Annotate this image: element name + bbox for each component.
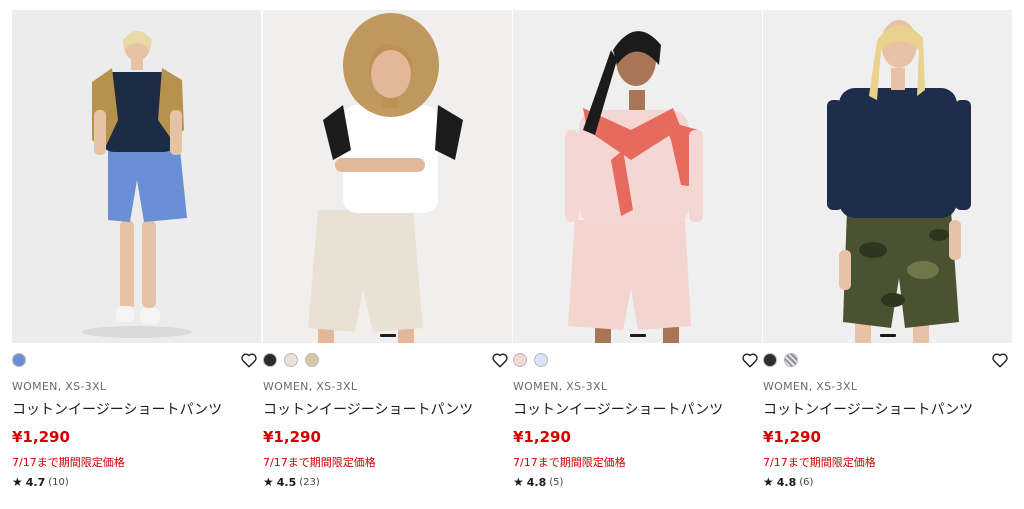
rating-score: 4.7 <box>25 475 46 489</box>
star-icon: ★ <box>263 475 274 489</box>
product-card[interactable]: WOMEN, XS-3XL コットンイージーショートパンツ ¥1,290 7/1… <box>763 10 1012 500</box>
review-count: (10) <box>48 476 69 488</box>
product-price: ¥1,290 <box>263 428 321 446</box>
product-image[interactable] <box>513 10 762 343</box>
color-swatch-beige[interactable] <box>305 353 319 367</box>
color-swatches <box>263 353 319 367</box>
rating-score: 4.5 <box>276 475 297 489</box>
product-category: WOMEN, XS-3XL <box>12 380 107 393</box>
color-swatch-off-white[interactable] <box>284 353 298 367</box>
review-count: (5) <box>549 476 564 488</box>
product-name[interactable]: コットンイージーショートパンツ <box>12 399 222 419</box>
product-name[interactable]: コットンイージーショートパンツ <box>263 399 473 419</box>
promo-label: 7/17まで期間限定価格 <box>763 456 876 469</box>
color-swatches <box>513 353 548 367</box>
product-rating: ★ 4.7 (10) <box>12 475 69 489</box>
heart-outline-icon[interactable] <box>240 351 258 369</box>
product-grid: WOMEN, XS-3XL コットンイージーショートパンツ ¥1,290 7/1… <box>12 10 1014 500</box>
color-swatch-black[interactable] <box>763 353 777 367</box>
product-card[interactable]: WOMEN, XS-3XL コットンイージーショートパンツ ¥1,290 7/1… <box>513 10 762 500</box>
product-price: ¥1,290 <box>12 428 70 446</box>
heart-outline-icon[interactable] <box>491 351 509 369</box>
promo-label: 7/17まで期間限定価格 <box>513 456 626 469</box>
product-image[interactable] <box>763 10 1012 343</box>
color-swatch-light-blue[interactable] <box>534 353 548 367</box>
product-category: WOMEN, XS-3XL <box>763 380 858 393</box>
star-icon: ★ <box>12 475 23 489</box>
color-swatch-blue[interactable] <box>12 353 26 367</box>
product-image[interactable] <box>263 10 512 343</box>
product-price: ¥1,290 <box>763 428 821 446</box>
rating-score: 4.8 <box>776 475 797 489</box>
color-swatches <box>763 353 798 367</box>
carousel-indicator[interactable] <box>513 334 762 337</box>
product-category: WOMEN, XS-3XL <box>513 380 608 393</box>
carousel-indicator[interactable] <box>263 334 512 337</box>
product-rating: ★ 4.8 (6) <box>763 475 813 489</box>
product-name[interactable]: コットンイージーショートパンツ <box>513 399 723 419</box>
carousel-dot-active[interactable] <box>379 334 396 337</box>
product-category: WOMEN, XS-3XL <box>263 380 358 393</box>
star-icon: ★ <box>513 475 524 489</box>
product-rating: ★ 4.8 (5) <box>513 475 563 489</box>
carousel-indicator[interactable] <box>763 334 1012 337</box>
product-card[interactable]: WOMEN, XS-3XL コットンイージーショートパンツ ¥1,290 7/1… <box>12 10 261 500</box>
product-card[interactable]: WOMEN, XS-3XL コットンイージーショートパンツ ¥1,290 7/1… <box>263 10 512 500</box>
color-swatch-pattern[interactable] <box>784 353 798 367</box>
star-icon: ★ <box>763 475 774 489</box>
promo-label: 7/17まで期間限定価格 <box>263 456 376 469</box>
product-rating: ★ 4.5 (23) <box>263 475 320 489</box>
carousel-dot-active[interactable] <box>629 334 646 337</box>
color-swatches <box>12 353 26 367</box>
promo-label: 7/17まで期間限定価格 <box>12 456 125 469</box>
heart-outline-icon[interactable] <box>741 351 759 369</box>
heart-outline-icon[interactable] <box>991 351 1009 369</box>
review-count: (23) <box>299 476 320 488</box>
carousel-dot-active[interactable] <box>879 334 896 337</box>
product-name[interactable]: コットンイージーショートパンツ <box>763 399 973 419</box>
color-swatch-pink[interactable] <box>513 353 527 367</box>
product-price: ¥1,290 <box>513 428 571 446</box>
rating-score: 4.8 <box>526 475 547 489</box>
product-image[interactable] <box>12 10 261 343</box>
color-swatch-black[interactable] <box>263 353 277 367</box>
review-count: (6) <box>799 476 814 488</box>
